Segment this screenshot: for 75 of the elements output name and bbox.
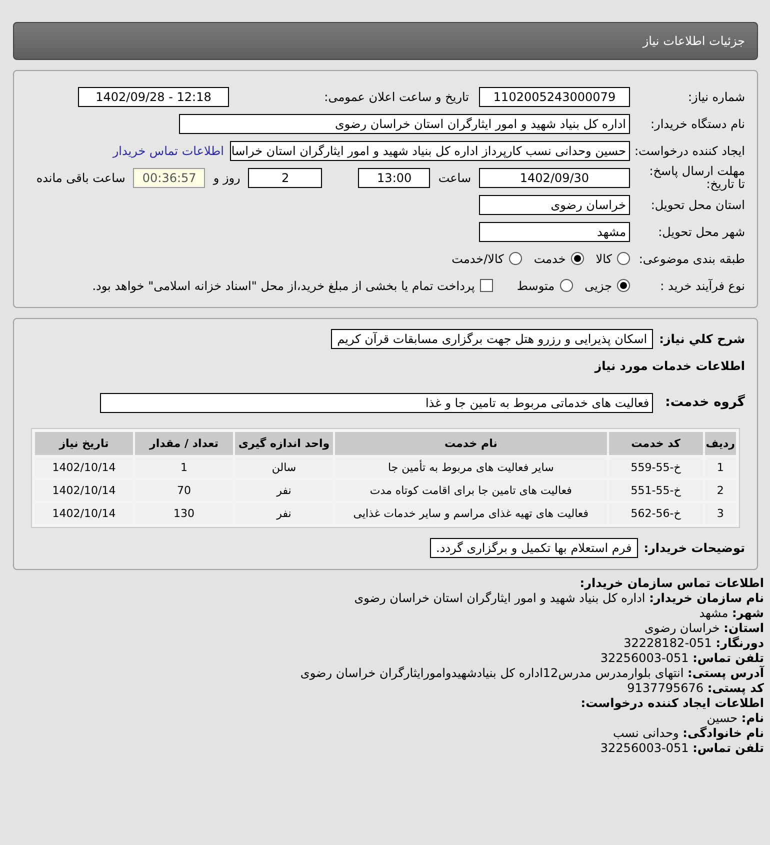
table-cell: نفر	[235, 480, 333, 501]
text-field[interactable]: 1102005243000079	[479, 86, 630, 106]
page-title: جزئیات اطلاعات نیاز	[642, 34, 745, 48]
field-label: استان محل تحویل:	[650, 198, 745, 212]
field-label: ساعت	[438, 170, 471, 184]
radio-button[interactable]	[617, 279, 630, 292]
field-label: ایجاد کننده درخواست:	[634, 144, 745, 158]
field-label: نوع فرآیند خرید :	[660, 278, 745, 292]
text-field[interactable]: خراسان رضوی	[479, 194, 630, 214]
contact-line: نام سازمان خریدار: اداره کل بنیاد شهید و امور ایثارگران استان خراسان رضوی	[353, 591, 764, 606]
table-cell: 1402/10/14	[35, 457, 133, 478]
text-field[interactable]: فعالیت های خدماتی مربوط به تامین جا و غذا	[100, 392, 654, 412]
table-cell: 3	[704, 503, 736, 524]
table-cell: 130	[135, 503, 233, 524]
radio-button[interactable]	[617, 252, 630, 265]
column-header: تاریخ نیاز	[35, 432, 133, 455]
field-label: مهلت ارسال پاسخ: تا تاریخ:	[648, 164, 745, 190]
column-header: نام خدمت	[335, 432, 607, 455]
table-cell: سالن	[235, 457, 333, 478]
table-cell: 1	[135, 457, 233, 478]
contact-heading: اطلاعات تماس سازمان خریدار:	[578, 576, 764, 591]
contact-line: نام: حسین	[706, 711, 764, 726]
table-cell: 1	[704, 457, 736, 478]
checkbox[interactable]	[480, 279, 493, 292]
column-header: کد خدمت	[608, 432, 703, 455]
text-field[interactable]: 13:00	[358, 168, 430, 188]
option-label: جزیی	[584, 278, 612, 292]
field-label: شهر محل تحویل:	[658, 224, 745, 238]
table-cell: 1402/10/14	[35, 480, 133, 501]
text-field[interactable]: حسین وحدانی نسب کارپرداز اداره کل بنیاد شهید و امور ایثارگران استان خراسا	[230, 140, 630, 160]
table-cell: 70	[135, 480, 233, 501]
column-header: تعداد / مقدار	[135, 432, 233, 455]
field-label: نام دستگاه خریدار:	[650, 116, 745, 130]
table-cell: فعالیت های تهیه غذای مراسم و سایر خدمات غذایی	[335, 503, 607, 524]
table-cell: سایر فعالیت های مربوط به تأمین جا	[335, 457, 607, 478]
table-cell: 2	[704, 480, 736, 501]
column-header: واحد اندازه گیری	[235, 432, 333, 455]
contact-line: شهر: مشهد	[698, 606, 764, 621]
countdown-field[interactable]: 00:36:57	[133, 168, 206, 188]
text-field[interactable]: مشهد	[479, 222, 630, 242]
column-header: ردیف	[704, 432, 736, 455]
table-cell: خ-55-551	[608, 480, 703, 501]
text-field[interactable]: 1402/09/28 - 12:18	[78, 86, 229, 106]
contact-link[interactable]: اطلاعات تماس خریدار	[112, 144, 224, 158]
option-label: کالا/خدمت	[452, 252, 504, 266]
field-label: تاریخ و ساعت اعلان عمومی:	[323, 90, 469, 104]
field-label: توضیحات خریدار:	[644, 540, 745, 554]
checkbox-label: پرداخت تمام یا بخشی از مبلغ خرید،از محل "اسناد خزانه اسلامی" خواهد بود.	[92, 278, 475, 292]
field-label: گروه خدمت:	[665, 395, 745, 410]
contact-line: نام خانوادگی: وحدانی نسب	[612, 726, 764, 741]
field-label: شماره نیاز:	[688, 90, 745, 104]
table-cell: خ-56-562	[608, 503, 703, 524]
table-cell: خ-55-559	[608, 457, 703, 478]
option-label: خدمت	[534, 252, 566, 266]
field-label: ساعت باقی مانده	[36, 170, 126, 184]
text-field[interactable]: 2	[248, 168, 322, 188]
contact-line: استان: خراسان رضوی	[644, 621, 764, 636]
table-cell: فعالیت های تامین جا برای اقامت کوتاه مدت	[335, 480, 607, 501]
radio-button[interactable]	[560, 279, 573, 292]
radio-button[interactable]	[570, 252, 584, 265]
contact-heading: اطلاعات ایجاد کننده درخواست:	[580, 696, 764, 711]
field-label: شرح کلي نیاز:	[659, 332, 745, 346]
description-box: اسکان پذیرایی و رزرو هتل جهت برگزاری مسابقات قرآن کریم	[331, 328, 654, 348]
section-title: اطلاعات خدمات مورد نیاز	[594, 358, 745, 372]
field-label: طبقه بندی موضوعی:	[638, 252, 745, 266]
option-label: متوسط	[516, 278, 555, 292]
contact-line: آدرس پستی: انتهای بلوارمدرس مدرس12اداره کل بنیادشهیدوامورایثارگران خراسان رضوی	[299, 666, 764, 681]
notes-box: فرم استعلام بها تکمیل و برگزاری گردد.	[430, 538, 638, 558]
table-cell: 1402/10/14	[35, 503, 133, 524]
table-cell: نفر	[235, 503, 333, 524]
text-field[interactable]: اداره کل بنیاد شهید و امور ایثارگران استان خراسان رضوی	[179, 114, 630, 134]
radio-button[interactable]	[508, 252, 522, 265]
option-label: کالا	[596, 252, 612, 266]
field-label: روز و	[213, 170, 240, 184]
text-field[interactable]: 1402/09/30	[479, 168, 630, 188]
